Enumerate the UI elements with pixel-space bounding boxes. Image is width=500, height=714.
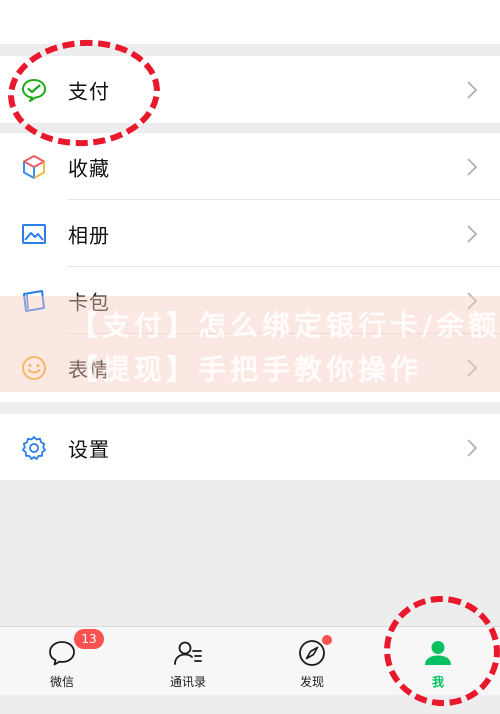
cube-icon bbox=[20, 153, 48, 181]
menu-item-favorites-label: 收藏 bbox=[68, 156, 110, 180]
chevron-right-icon bbox=[467, 438, 478, 457]
menu-item-album-label: 相册 bbox=[68, 223, 110, 247]
person-icon bbox=[425, 641, 451, 665]
chevron-right-icon bbox=[467, 224, 478, 243]
tab-discover-label: 发现 bbox=[299, 675, 324, 689]
picture-icon bbox=[20, 220, 48, 248]
menu-item-cards[interactable]: 卡包 bbox=[0, 267, 500, 334]
wechat-pay-icon bbox=[20, 76, 48, 104]
tab-chats[interactable]: 13 微信 bbox=[12, 627, 112, 695]
tab-contacts-label: 通讯录 bbox=[169, 675, 206, 689]
unread-badge: 13 bbox=[74, 629, 104, 649]
bottom-tab-bar: 13 微信 通讯录 发现 我 bbox=[0, 626, 500, 695]
menu-group-settings: 设置 bbox=[0, 414, 500, 480]
chevron-right-icon bbox=[467, 80, 478, 99]
menu-item-settings[interactable]: 设置 bbox=[0, 414, 500, 481]
profile-header-area bbox=[0, 0, 500, 44]
menu-item-cards-label: 卡包 bbox=[68, 290, 110, 314]
tab-me[interactable]: 我 bbox=[388, 627, 488, 695]
card-wallet-icon bbox=[20, 287, 48, 315]
menu-item-settings-label: 设置 bbox=[68, 437, 110, 461]
menu-group-main: 收藏 相册 卡包 表情 bbox=[0, 133, 500, 402]
tab-me-label: 我 bbox=[431, 675, 444, 689]
chevron-right-icon bbox=[467, 358, 478, 377]
menu-group-pay: 支付 bbox=[0, 56, 500, 123]
menu-item-stickers[interactable]: 表情 bbox=[0, 334, 500, 401]
chat-bubble-icon bbox=[49, 641, 75, 666]
chevron-right-icon bbox=[467, 157, 478, 176]
menu-item-pay-label: 支付 bbox=[68, 79, 110, 103]
menu-item-favorites[interactable]: 收藏 bbox=[0, 133, 500, 200]
gear-icon bbox=[20, 434, 48, 462]
menu-item-stickers-label: 表情 bbox=[68, 357, 110, 381]
menu-item-album[interactable]: 相册 bbox=[0, 200, 500, 267]
tab-chats-label: 微信 bbox=[49, 675, 74, 689]
menu-item-pay[interactable]: 支付 bbox=[0, 56, 500, 123]
chevron-right-icon bbox=[467, 291, 478, 310]
contacts-icon bbox=[174, 641, 202, 665]
new-content-dot bbox=[322, 635, 332, 645]
smiley-icon bbox=[20, 354, 48, 382]
tab-contacts[interactable]: 通讯录 bbox=[138, 627, 238, 695]
tab-discover[interactable]: 发现 bbox=[262, 627, 362, 695]
